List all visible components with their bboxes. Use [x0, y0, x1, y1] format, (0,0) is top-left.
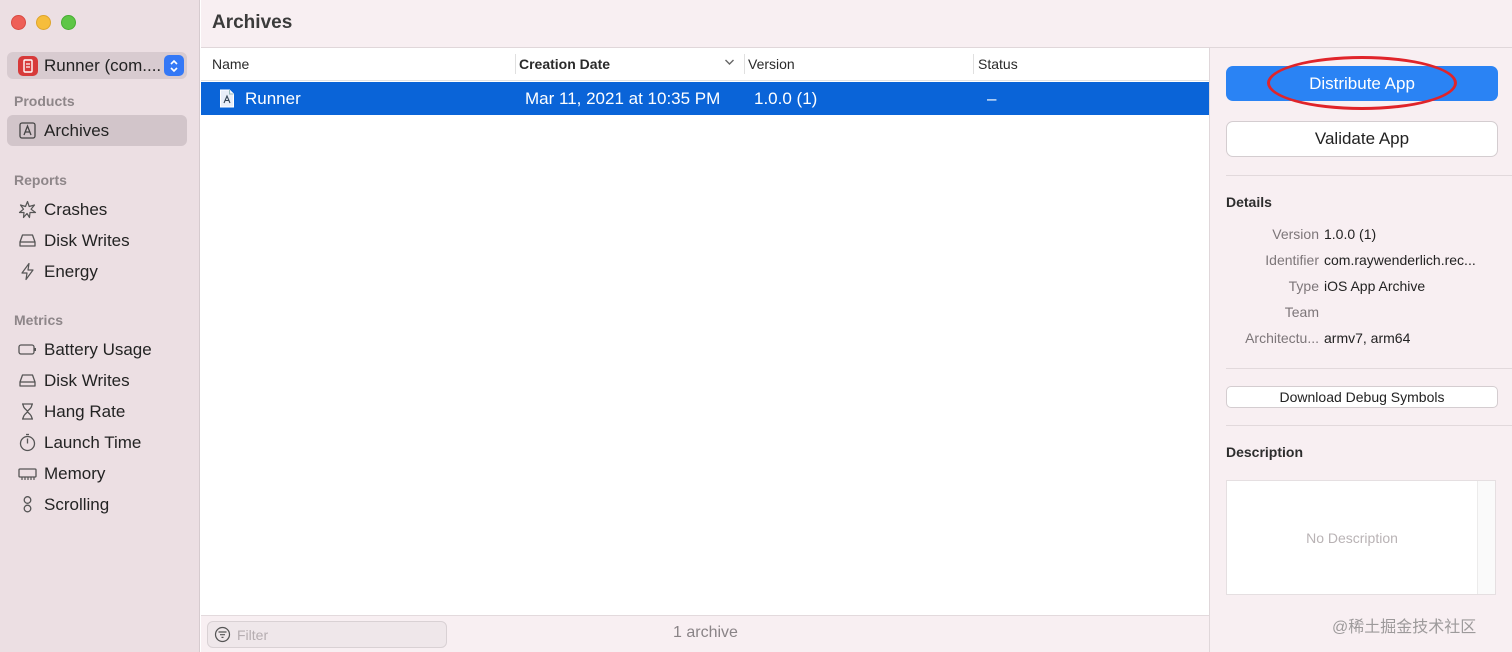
description-heading: Description [1226, 444, 1304, 460]
cell-name: Runner [245, 89, 301, 108]
detail-key: Team [1284, 304, 1319, 320]
sidebar-item-label: Crashes [44, 199, 108, 219]
sidebar-item-label: Memory [44, 463, 106, 483]
cell-status: – [987, 89, 997, 108]
sidebar-item-label: Launch Time [44, 432, 142, 452]
sidebar: Runner (com.... Products Archives Report… [0, 0, 200, 652]
detail-value: iOS App Archive [1324, 278, 1426, 294]
detail-row-identifier: Identifier com.raywenderlich.rec... [1210, 252, 1512, 270]
archive-table: Name Creation Date Version Status Runner… [201, 48, 1209, 615]
detail-value: com.raywenderlich.rec... [1324, 252, 1476, 268]
bottom-bar: 1 archive [201, 615, 1209, 652]
memory-chip-icon [17, 464, 37, 484]
sidebar-item-battery-usage[interactable]: Battery Usage [7, 334, 187, 365]
description-scrollbar[interactable] [1477, 481, 1495, 594]
column-divider[interactable] [515, 54, 516, 74]
starburst-icon [17, 200, 37, 220]
archive-file-icon [220, 89, 234, 108]
sidebar-item-launch-time[interactable]: Launch Time [7, 427, 187, 458]
section-label-products: Products [14, 93, 75, 109]
scroll-icon [17, 495, 37, 515]
column-header-version[interactable]: Version [748, 56, 795, 72]
divider [1226, 368, 1512, 369]
description-field[interactable]: No Description [1226, 480, 1496, 595]
bolt-icon [17, 262, 37, 282]
filter-icon [214, 626, 231, 643]
details-heading: Details [1226, 194, 1272, 210]
minimize-window-button[interactable] [36, 15, 51, 30]
column-header-name[interactable]: Name [212, 56, 249, 72]
sidebar-item-memory[interactable]: Memory [7, 458, 187, 489]
sidebar-item-energy[interactable]: Energy [7, 256, 187, 287]
detail-key: Architectu... [1245, 330, 1319, 346]
sidebar-item-label: Disk Writes [44, 370, 130, 390]
table-row[interactable]: Runner Mar 11, 2021 at 10:35 PM 1.0.0 (1… [201, 82, 1209, 115]
column-header-creation-date[interactable]: Creation Date [519, 56, 610, 72]
sidebar-item-label: Energy [44, 261, 98, 281]
detail-key: Version [1272, 226, 1319, 242]
cell-version: 1.0.0 (1) [754, 89, 818, 108]
detail-value: 1.0.0 (1) [1324, 226, 1377, 242]
zoom-window-button[interactable] [61, 15, 76, 30]
drive-icon [17, 371, 37, 391]
divider [1226, 425, 1512, 426]
watermark: @稀土掘金技术社区 [1332, 619, 1477, 636]
detail-row-type: Type iOS App Archive [1210, 278, 1512, 296]
validate-app-button[interactable]: Validate App [1226, 121, 1498, 157]
chevron-updown-icon[interactable] [164, 55, 184, 76]
divider [1226, 175, 1512, 176]
section-label-reports: Reports [14, 172, 67, 188]
hourglass-icon [17, 402, 37, 422]
column-header-status[interactable]: Status [978, 56, 1018, 72]
sidebar-item-label: Archives [44, 120, 110, 140]
sidebar-item-label: Disk Writes [44, 230, 130, 250]
sidebar-item-label: Hang Rate [44, 401, 126, 421]
detail-row-team: Team [1210, 304, 1512, 322]
archive-count: 1 archive [673, 624, 738, 641]
app-selector-label: Runner (com.... [44, 55, 162, 75]
distribute-app-button[interactable]: Distribute App [1226, 66, 1498, 101]
download-debug-symbols-button[interactable]: Download Debug Symbols [1226, 386, 1498, 408]
detail-value: armv7, arm64 [1324, 330, 1411, 346]
detail-row-architectures: Architectu... armv7, arm64 [1210, 330, 1512, 348]
detail-row-version: Version 1.0.0 (1) [1210, 226, 1512, 244]
sidebar-item-label: Battery Usage [44, 339, 152, 359]
sidebar-item-scrolling[interactable]: Scrolling [7, 489, 187, 520]
archive-box-icon [17, 121, 37, 141]
title-bar: Archives [201, 0, 1512, 48]
sidebar-item-disk-writes-metric[interactable]: Disk Writes [7, 365, 187, 396]
sidebar-item-label: Scrolling [44, 494, 110, 514]
column-divider[interactable] [744, 54, 745, 74]
filter-field[interactable] [207, 621, 447, 648]
detail-key: Identifier [1265, 252, 1319, 268]
section-label-metrics: Metrics [14, 312, 64, 328]
detail-key: Type [1288, 278, 1319, 294]
filter-input[interactable] [237, 626, 437, 643]
sidebar-item-crashes[interactable]: Crashes [7, 194, 187, 225]
sidebar-item-disk-writes-report[interactable]: Disk Writes [7, 225, 187, 256]
app-selector[interactable]: Runner (com.... [7, 52, 187, 79]
cell-creation-date: Mar 11, 2021 at 10:35 PM [525, 89, 721, 108]
close-window-button[interactable] [11, 15, 26, 30]
drive-icon [17, 231, 37, 251]
column-divider[interactable] [973, 54, 974, 74]
stopwatch-icon [17, 433, 37, 453]
inspector-panel: Distribute App Validate App Details Vers… [1209, 48, 1512, 652]
table-header: Name Creation Date Version Status [201, 48, 1209, 81]
battery-icon [17, 340, 37, 360]
description-placeholder: No Description [1306, 530, 1398, 546]
sidebar-item-archives[interactable]: Archives [7, 115, 187, 146]
sidebar-item-hang-rate[interactable]: Hang Rate [7, 396, 187, 427]
page-title: Archives [212, 12, 293, 33]
window-controls [11, 15, 76, 30]
sort-descending-icon[interactable] [724, 58, 735, 66]
app-icon [18, 55, 38, 76]
